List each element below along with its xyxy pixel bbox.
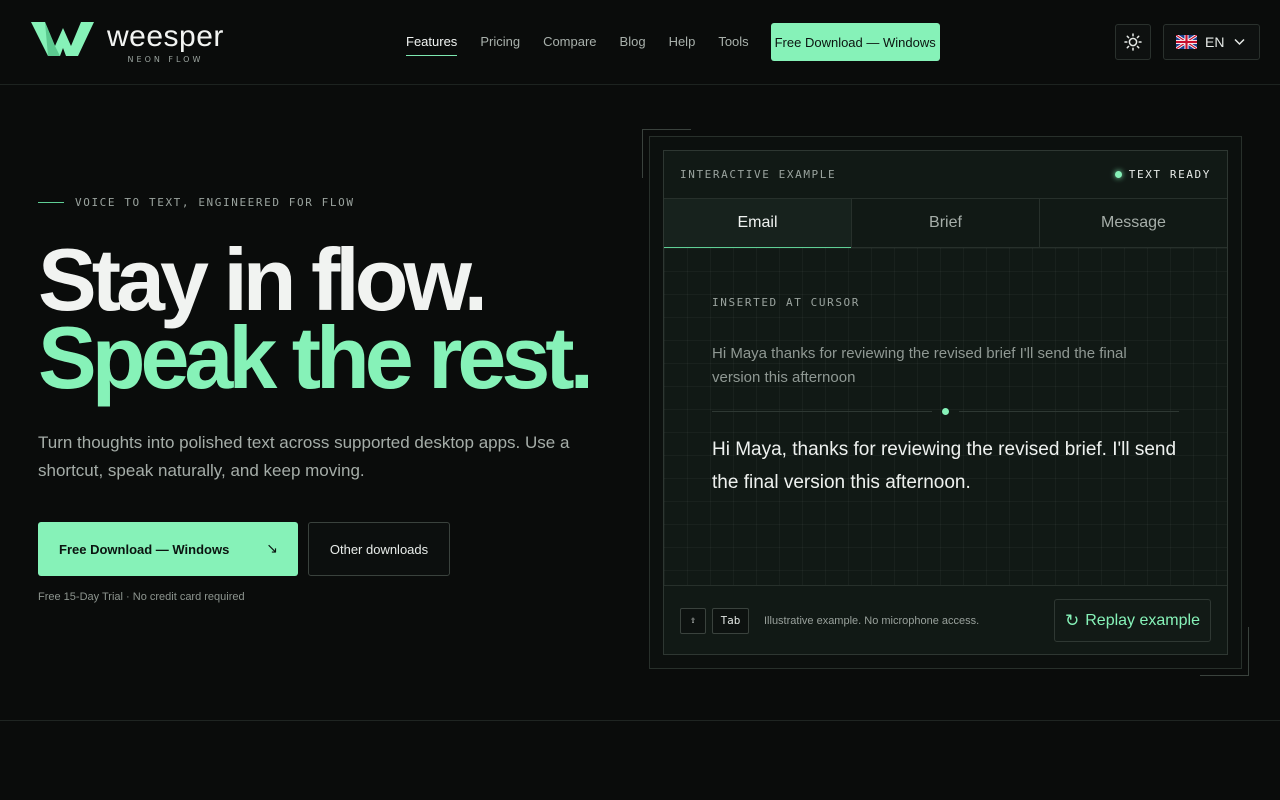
download-windows-button[interactable]: Free Download — Windows ↘ (38, 522, 298, 576)
status-indicator: TEXT READY (1114, 168, 1211, 181)
nav-link-tools[interactable]: Tools (718, 23, 748, 61)
other-downloads-button[interactable]: Other downloads (308, 522, 450, 576)
eyebrow-rule (38, 202, 64, 203)
theme-toggle-button[interactable] (1115, 24, 1151, 60)
divider-line (959, 411, 1179, 412)
status-dot-icon (1114, 171, 1122, 178)
download-button-label: Free Download — Windows (59, 541, 230, 557)
inserted-label: INSERTED AT CURSOR (712, 296, 861, 309)
transform-divider (712, 408, 1179, 415)
language-code: EN (1205, 34, 1225, 50)
nav-link-help[interactable]: Help (669, 23, 696, 61)
tab-key: Tab (712, 607, 749, 634)
panel-header: INTERACTIVE EXAMPLE TEXT READY (664, 151, 1227, 199)
replay-label: Replay example (1085, 611, 1200, 629)
nav-link-pricing[interactable]: Pricing (480, 23, 520, 61)
brand-name: weesper (107, 20, 224, 53)
nav-link-blog[interactable]: Blog (620, 23, 646, 61)
hero-eyebrow: VOICE TO TEXT, ENGINEERED FOR FLOW (38, 196, 355, 209)
main-nav: Features Pricing Compare Blog Help Tools… (406, 23, 940, 61)
example-tabs: Email Brief Message (664, 199, 1227, 248)
status-text: TEXT READY (1128, 168, 1211, 181)
weesper-logo-icon (31, 22, 94, 56)
eyebrow-text: VOICE TO TEXT, ENGINEERED FOR FLOW (75, 196, 355, 209)
tab-message[interactable]: Message (1040, 199, 1227, 247)
hero-description: Turn thoughts into polished text across … (38, 433, 570, 480)
uk-flag-icon (1176, 35, 1197, 49)
section-divider (0, 720, 1280, 721)
panel-title: INTERACTIVE EXAMPLE (680, 168, 837, 181)
replay-icon: ↻ (1065, 610, 1080, 630)
trial-note: Free 15-Day Trial · No credit card requi… (38, 591, 245, 603)
tab-brief[interactable]: Brief (852, 199, 1040, 247)
hero-headline-line-2: Speak the rest. (38, 308, 594, 407)
brand-tagline: NEON FLOW (127, 55, 204, 64)
shift-key: ⇧ (680, 607, 706, 634)
example-output-area: INSERTED AT CURSOR Hi Maya thanks for re… (664, 248, 1227, 585)
tab-email[interactable]: Email (664, 199, 852, 248)
nav-download-button[interactable]: Free Download — Windows (770, 23, 940, 61)
panel-footer: ⇧ Tab Illustrative example. No microphon… (664, 585, 1227, 654)
example-footnote: Illustrative example. No microphone acce… (764, 614, 980, 627)
arrow-down-right-icon: ↘ (266, 540, 278, 556)
language-selector[interactable]: EN (1163, 24, 1260, 60)
divider-dot-icon (942, 408, 949, 415)
polished-text: Hi Maya, thanks for reviewing the revise… (712, 439, 1177, 493)
brand-logo[interactable]: weesper NEON FLOW (31, 20, 224, 64)
chevron-down-icon (1234, 38, 1245, 46)
sun-icon (1124, 33, 1142, 51)
interactive-example-panel: INTERACTIVE EXAMPLE TEXT READY Email Bri… (663, 150, 1228, 655)
replay-example-button[interactable]: ↻ Replay example (1054, 599, 1211, 642)
divider-line (712, 411, 932, 412)
nav-link-compare[interactable]: Compare (543, 23, 596, 61)
nav-link-features[interactable]: Features (406, 23, 458, 61)
raw-transcript: Hi Maya thanks for reviewing the revised… (712, 345, 1127, 386)
site-header: weesper NEON FLOW Features Pricing Compa… (0, 0, 1280, 85)
